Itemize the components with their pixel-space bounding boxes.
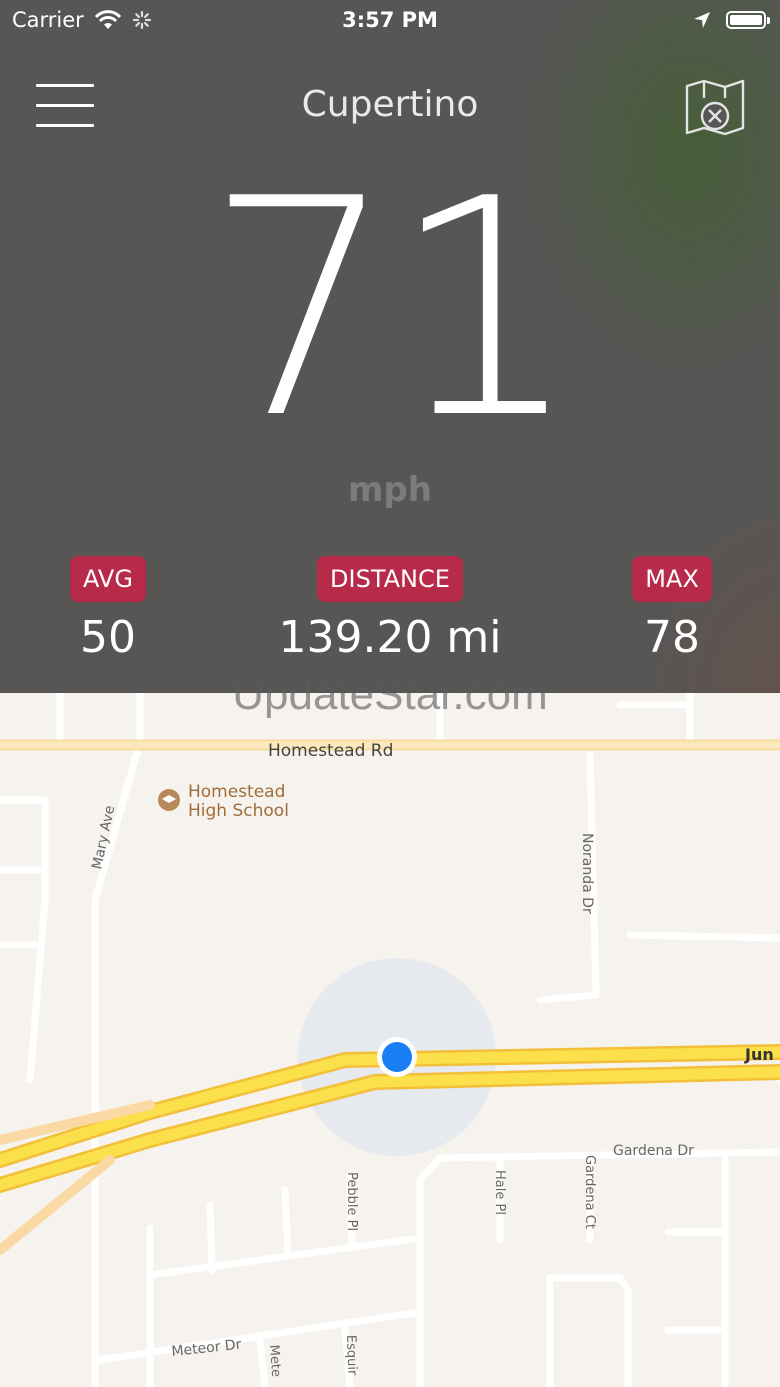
- watermark: UpdateStar.com: [232, 670, 548, 719]
- street-label-noranda: Noranda Dr: [579, 833, 595, 914]
- map-toggle-button[interactable]: [684, 78, 746, 136]
- distance-value: 139.20 mi: [278, 612, 502, 663]
- poi-label-line2: High School: [188, 801, 289, 821]
- max-badge: MAX: [632, 556, 712, 602]
- status-time: 3:57 PM: [342, 8, 438, 32]
- speed-panel: Carrier 3:57 PM Cupertino 71 mph AVG 50 …: [0, 0, 780, 693]
- street-label-mete: Mete: [266, 1344, 283, 1377]
- stat-avg: AVG 50: [68, 556, 148, 663]
- street-label-esquire: Esquir: [343, 1335, 359, 1377]
- street-label-pebble: Pebble Pl: [344, 1172, 359, 1231]
- distance-badge: DISTANCE: [317, 556, 463, 602]
- street-label-junipero: Jun: [744, 1045, 774, 1064]
- map-close-icon: [685, 79, 745, 136]
- avg-value: 50: [80, 612, 136, 663]
- street-label-gardena-dr: Gardena Dr: [613, 1143, 694, 1159]
- street-label-homestead: Homestead Rd: [268, 741, 393, 761]
- street-label-hale: Hale Pl: [492, 1170, 507, 1215]
- location-arrow-icon: [694, 12, 710, 28]
- battery-icon: [726, 11, 770, 29]
- status-bar-right: [692, 0, 770, 40]
- avg-badge: AVG: [70, 556, 146, 602]
- max-value: 78: [644, 612, 700, 663]
- speed-value: 71: [205, 135, 581, 484]
- speed-unit: mph: [348, 470, 432, 510]
- stat-distance: DISTANCE 139.20 mi: [240, 556, 540, 663]
- stat-max: MAX 78: [632, 556, 712, 663]
- street-label-gardena-ct: Gardena Ct: [582, 1155, 597, 1229]
- page-title: Cupertino: [301, 84, 479, 125]
- poi-label-line1: Homestead: [188, 782, 285, 802]
